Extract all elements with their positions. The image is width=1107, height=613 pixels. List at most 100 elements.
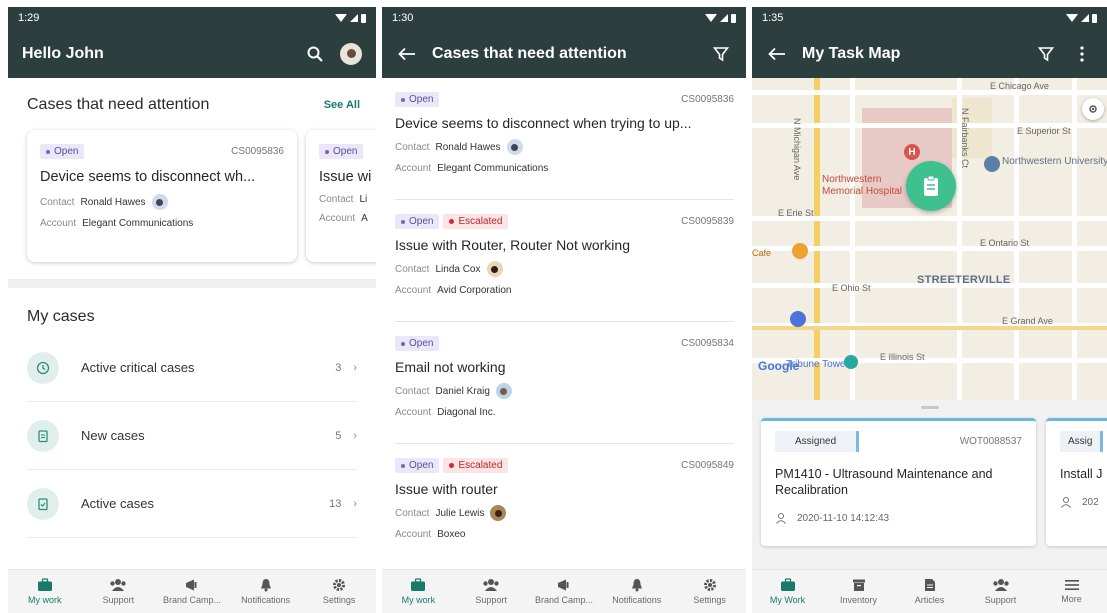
app-bar: Cases that need attention (382, 29, 746, 78)
attention-section-header: Cases that need attention See All (8, 78, 376, 124)
map-street-label: E Grand Ave (1002, 316, 1053, 326)
case-title: Issue with router (395, 481, 498, 497)
task-status-badge: Assigned (775, 431, 860, 452)
drag-handle[interactable] (920, 406, 939, 409)
status-bar: 1:35 (752, 7, 1107, 29)
battery-icon (731, 13, 736, 23)
gear-icon (333, 579, 346, 591)
my-cases-count: 3 (335, 361, 342, 374)
chevron-right-icon: › (353, 361, 357, 374)
task-marker-icon[interactable] (906, 161, 956, 211)
my-cases-item[interactable]: New cases 5 › (27, 402, 357, 470)
contact-row: Contact Ronald Hawes (395, 139, 734, 155)
task-card[interactable]: Assigned WOT0088537 PM1410 - Ultrasound … (761, 418, 1036, 546)
contact-avatar (151, 194, 168, 210)
nav-settings[interactable]: Settings (673, 570, 746, 613)
user-avatar[interactable] (340, 42, 362, 65)
map-street-label: N Fairbanks Ct (960, 108, 970, 169)
signal-icon (350, 14, 358, 22)
nav-support[interactable]: Support (965, 570, 1036, 613)
filter-icon[interactable] (710, 43, 732, 65)
search-icon[interactable] (304, 43, 326, 65)
escalated-badge: Escalated (443, 214, 509, 229)
phone-cases-list-screen: 1:30 Cases that need attention Open CS00… (382, 7, 746, 613)
nav-brand-campaigns[interactable]: Brand Camp... (528, 570, 601, 613)
clipboard-check-icon (27, 487, 59, 520)
my-location-icon[interactable] (1082, 98, 1104, 120)
university-pin-icon[interactable] (984, 156, 1000, 172)
nav-settings[interactable]: Settings (302, 570, 376, 613)
archive-box-icon (852, 579, 865, 591)
nav-my-work[interactable]: My Work (752, 570, 823, 613)
nav-brand-campaigns[interactable]: Brand Camp... (155, 570, 229, 613)
list-item[interactable]: Open CS0095834 Email not working Contact… (395, 322, 734, 444)
task-card[interactable]: Assig Install J 202 (1046, 418, 1107, 546)
bottom-nav: My work Support Brand Camp... Notificati… (382, 569, 746, 613)
status-time: 1:29 (18, 12, 40, 24)
wifi-icon (335, 14, 347, 22)
more-vertical-icon[interactable] (1071, 43, 1093, 65)
back-arrow-icon[interactable] (766, 43, 788, 65)
case-card[interactable]: Open CS0095836 Device seems to disconnec… (27, 130, 297, 262)
phone-home-screen: 1:29 Hello John Cases that need attentio… (8, 7, 376, 613)
bell-icon (631, 579, 642, 592)
status-badge: Open (395, 214, 440, 229)
account-row: Account Elegant Communications (395, 163, 549, 174)
status-bar: 1:30 (382, 7, 746, 29)
list-item[interactable]: Open CS0095836 Device seems to disconnec… (395, 78, 734, 200)
account-row: Account Avid Corporation (395, 285, 512, 296)
filter-icon[interactable] (1035, 43, 1057, 65)
status-time: 1:30 (392, 12, 414, 24)
map-street-label: E Erie St (778, 208, 814, 218)
nav-notifications[interactable]: Notifications (229, 570, 303, 613)
task-date-row: 202 (1060, 496, 1107, 508)
attention-carousel[interactable]: Open CS0095836 Device seems to disconnec… (8, 124, 376, 274)
my-cases-count: 5 (335, 429, 342, 442)
list-item[interactable]: Open Escalated CS0095839 Issue with Rout… (395, 200, 734, 322)
nav-support[interactable]: Support (455, 570, 528, 613)
case-title: Email not working (395, 359, 506, 375)
contact-row: Contact Julie Lewis (395, 505, 734, 521)
gear-icon (703, 579, 716, 591)
nav-inventory[interactable]: Inventory (823, 570, 894, 613)
briefcase-icon (411, 578, 426, 591)
bottom-nav: My Work Inventory Articles Support More (752, 569, 1107, 613)
signal-icon (1081, 14, 1089, 22)
my-cases-item[interactable]: Active cases 13 › (27, 470, 357, 538)
nav-articles[interactable]: Articles (894, 570, 965, 613)
task-date-row: 2020-11-10 14:12:43 (775, 512, 1022, 524)
nav-my-work[interactable]: My work (382, 570, 455, 613)
people-icon (483, 579, 499, 591)
people-icon (992, 579, 1009, 591)
case-title: Device seems to disconnect wh... (40, 169, 256, 185)
nav-my-work[interactable]: My work (8, 570, 82, 613)
status-badge: Open (319, 144, 364, 159)
hospital-pin-icon[interactable]: H (904, 144, 920, 160)
phone-task-map-screen: 1:35 My Task Map E Chicago Ave E Superio… (752, 7, 1107, 613)
account-row: Account Elegant Communications (40, 218, 194, 229)
my-cases-item[interactable]: Active critical cases 3 › (27, 334, 357, 402)
my-cases-count: 13 (329, 497, 342, 510)
status-badge: Open (395, 458, 440, 473)
account-row: Account Boxeo (395, 529, 466, 540)
page-title: Cases that need attention (432, 44, 627, 62)
megaphone-icon (557, 579, 569, 591)
location-pin-icon[interactable] (790, 311, 806, 327)
case-card[interactable]: Open Issue wi Contact Li Account A (306, 130, 376, 262)
status-badge: Open (395, 92, 440, 107)
list-item[interactable]: Open Escalated CS0095849 Issue with rout… (395, 444, 734, 566)
map-street-label: E Ontario St (980, 238, 1030, 248)
bottom-nav: My work Support Brand Camp... Notificati… (8, 569, 376, 613)
task-map[interactable]: E Chicago Ave E Superior St Northwestern… (752, 78, 1107, 400)
nav-notifications[interactable]: Notifications (600, 570, 673, 613)
back-arrow-icon[interactable] (396, 43, 418, 65)
see-all-link[interactable]: See All (324, 99, 360, 111)
nav-more[interactable]: More (1036, 570, 1107, 613)
account-row: Account Diagonal Inc. (395, 407, 496, 418)
cafe-pin-icon[interactable] (792, 243, 808, 259)
nav-support[interactable]: Support (82, 570, 156, 613)
tower-pin-icon[interactable] (844, 355, 858, 369)
app-bar: My Task Map (752, 29, 1107, 78)
app-bar: Hello John (8, 29, 376, 78)
person-icon (1061, 496, 1071, 508)
